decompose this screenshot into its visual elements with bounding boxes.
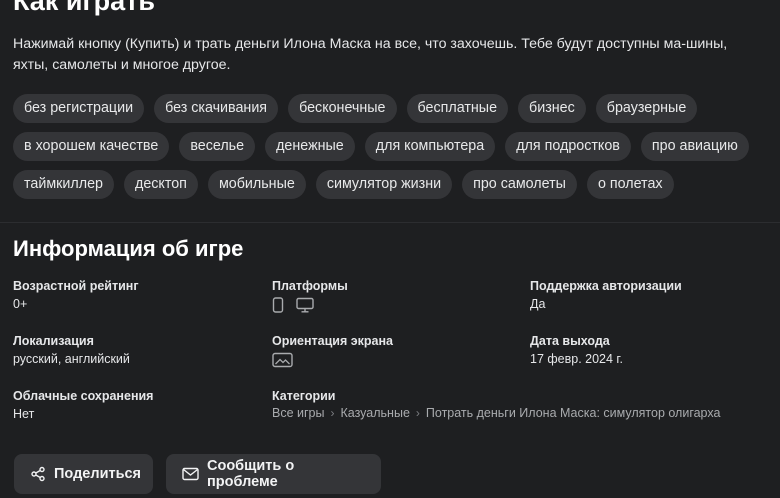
tag-chip[interactable]: про самолеты xyxy=(462,170,577,199)
how-to-play-description: Нажимай кнопку (Купить) и трать деньги И… xyxy=(13,36,728,73)
report-problem-label: Сообщить о проблеме xyxy=(207,458,295,490)
categories: Категории Все игры › Казуальные › Потрат… xyxy=(272,388,720,420)
tag-chip[interactable]: мобильные xyxy=(207,170,306,199)
auth-support-value: Да xyxy=(530,297,546,311)
age-rating: Возрастной рейтинг 0+ xyxy=(13,278,139,312)
cloud-saves-value: Нет xyxy=(13,407,35,421)
auth-support: Поддержка авторизации Да xyxy=(530,278,682,312)
breadcrumb-current-game[interactable]: Потрать деньги Илона Маска: симулятор ол… xyxy=(426,406,721,420)
share-icon xyxy=(30,466,46,482)
release-date-label: Дата выхода xyxy=(530,334,610,348)
screen-orientation: Ориентация экрана xyxy=(272,333,393,368)
section-divider xyxy=(0,222,780,223)
breadcrumb-casual[interactable]: Казуальные xyxy=(341,406,410,420)
chevron-right-icon: › xyxy=(330,406,335,420)
tag-chip[interactable]: веселье xyxy=(179,132,256,161)
localization: Локализация русский, английский xyxy=(13,333,130,367)
platforms-label: Платформы xyxy=(272,279,348,293)
tag-chip[interactable]: таймкиллер xyxy=(13,170,114,199)
tag-list: без регистрации без скачивания бесконечные… xyxy=(13,94,773,199)
localization-value: русский, английский xyxy=(13,352,130,366)
cloud-saves: Облачные сохранения Нет xyxy=(13,388,153,422)
share-button[interactable]: Поделиться xyxy=(14,454,153,494)
landscape-icon xyxy=(272,352,293,368)
desktop-icon xyxy=(296,297,314,313)
release-date-value: 17 февр. 2024 г. xyxy=(530,352,623,366)
breadcrumb-all-games[interactable]: Все игры xyxy=(272,406,325,420)
release-date: Дата выхода 17 февр. 2024 г. xyxy=(530,333,623,367)
tag-chip[interactable]: симулятор жизни xyxy=(315,170,453,199)
tag-chip[interactable]: о полетах xyxy=(586,170,674,199)
tag-chip[interactable]: браузерные xyxy=(595,94,698,123)
game-info-title: Информация об игре xyxy=(13,236,244,261)
age-rating-value: 0+ xyxy=(13,297,28,311)
tag-chip[interactable]: денежные xyxy=(265,132,355,161)
mobile-icon xyxy=(272,297,284,313)
platforms: Платформы xyxy=(272,278,348,313)
tag-chip[interactable]: без скачивания xyxy=(154,94,279,123)
tag-chip[interactable]: бизнес xyxy=(518,94,586,123)
chevron-right-icon: › xyxy=(415,406,420,420)
tag-chip[interactable]: бесконечные xyxy=(288,94,397,123)
auth-support-label: Поддержка авторизации xyxy=(530,279,682,293)
how-to-play-title: Как играть xyxy=(13,0,156,16)
screen-orientation-label: Ориентация экрана xyxy=(272,334,394,348)
categories-label: Категории xyxy=(272,389,336,403)
tag-chip[interactable]: в хорошем качестве xyxy=(13,132,170,161)
tag-chip[interactable]: для компьютера xyxy=(364,132,496,161)
share-button-label: Поделиться xyxy=(54,466,142,482)
cloud-saves-label: Облачные сохранения xyxy=(13,389,154,403)
mail-icon xyxy=(182,467,199,481)
tag-chip[interactable]: десктоп xyxy=(123,170,198,199)
tag-chip[interactable]: для подростков xyxy=(505,132,631,161)
tag-chip[interactable]: без регистрации xyxy=(13,94,145,123)
breadcrumb: Все игры › Казуальные › Потрать деньги И… xyxy=(272,406,720,420)
tag-chip[interactable]: бесплатные xyxy=(406,94,509,123)
age-rating-label: Возрастной рейтинг xyxy=(13,279,139,293)
report-problem-button[interactable]: Сообщить о проблеме xyxy=(166,454,381,494)
localization-label: Локализация xyxy=(13,334,94,348)
tag-chip[interactable]: про авиацию xyxy=(640,132,749,161)
